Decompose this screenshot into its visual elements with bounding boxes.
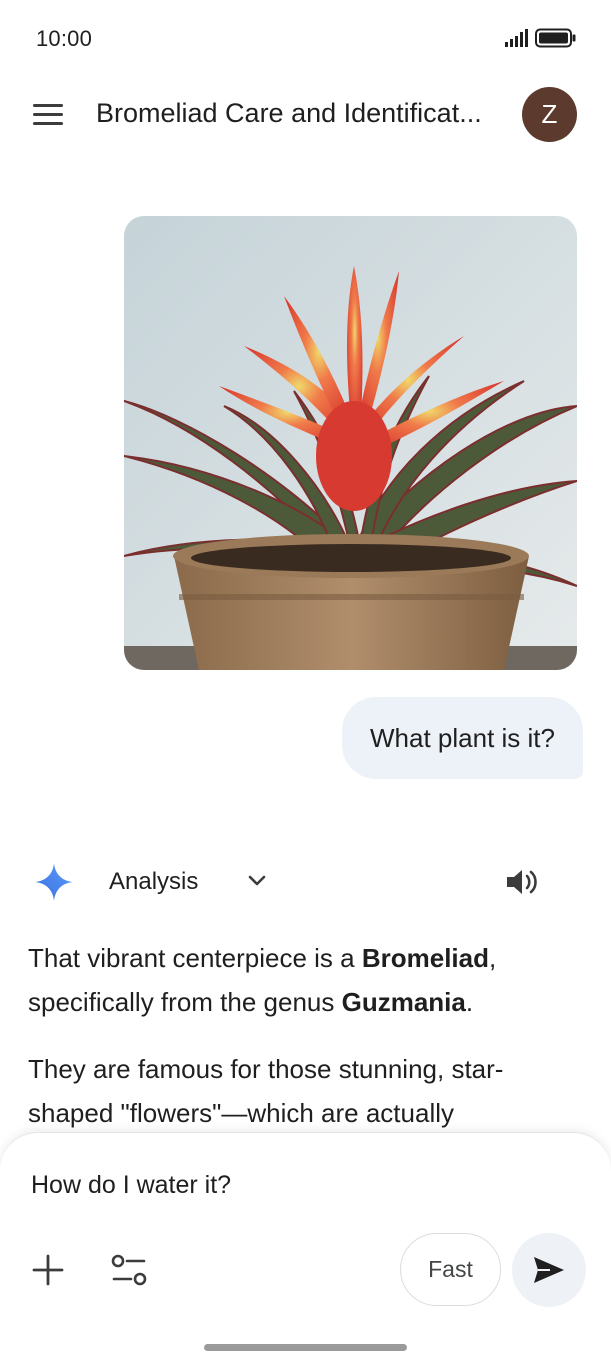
status-time: 10:00 [36,26,93,51]
app-header: Bromeliad Care and Identificat... Z [0,78,611,150]
avatar[interactable]: Z [522,87,577,142]
gemini-sparkle-icon [35,863,73,901]
signal-icon [505,29,528,47]
user-message-bubble: What plant is it? [342,697,583,779]
home-indicator[interactable] [204,1344,407,1351]
tools-icon[interactable] [110,1253,148,1287]
user-message-text: What plant is it? [370,722,555,753]
response-text: That vibrant centerpiece is a Bromeliad,… [28,936,588,1158]
plus-icon[interactable] [31,1253,65,1287]
fast-mode-button[interactable]: Fast [400,1233,501,1306]
bold-term: Bromeliad [361,943,489,973]
mode-label[interactable]: Analysis [109,868,198,896]
send-icon [534,1257,564,1283]
battery-icon [535,28,576,48]
message-input[interactable] [31,1171,571,1200]
chevron-down-icon[interactable] [244,868,270,894]
response-header: Analysis [0,852,611,912]
response-paragraph: That vibrant centerpiece is a Bromeliad,… [28,943,497,1017]
send-button[interactable] [512,1233,586,1307]
user-uploaded-image[interactable] [124,216,577,670]
speaker-icon[interactable] [504,866,540,898]
response-paragraph: They are famous for those stunning, star… [28,1054,504,1128]
chat-title: Bromeliad Care and Identificat... [96,98,482,128]
status-bar: 10:00 [0,0,611,78]
bold-term: Guzmania [341,987,466,1017]
message-composer: Fast [0,1132,611,1368]
menu-icon[interactable] [30,100,66,130]
